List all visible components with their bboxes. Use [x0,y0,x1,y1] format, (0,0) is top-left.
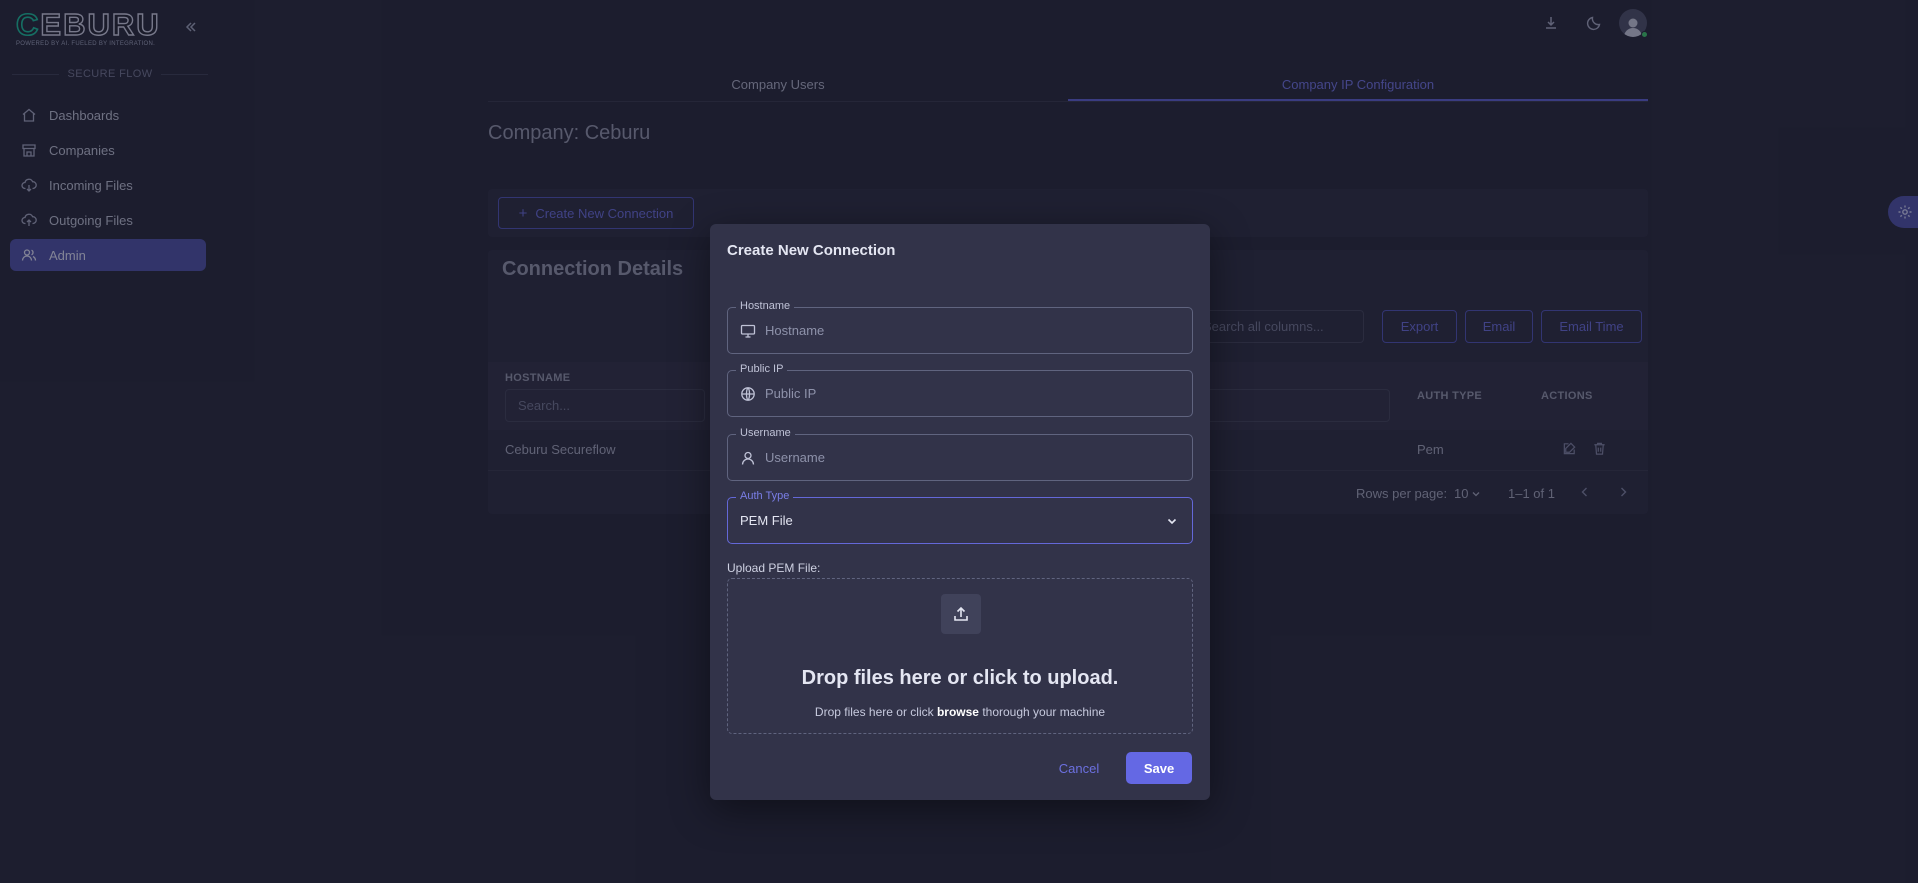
browse-link[interactable]: browse [937,705,979,719]
username-placeholder: Username [765,450,825,465]
hostname-placeholder: Hostname [765,323,825,338]
chevron-down-icon [1164,513,1180,529]
file-dropzone[interactable]: Drop files here or click to upload. Drop… [727,578,1193,734]
globe-icon [740,386,756,402]
username-field[interactable]: Username Username [727,426,1193,481]
public-ip-label: Public IP [736,362,788,376]
dropzone-subtext-post: thorough your machine [982,705,1106,719]
dropzone-subtext: Drop files here or click browse thorough… [728,705,1192,719]
public-ip-field[interactable]: Public IP Public IP [727,362,1193,417]
auth-type-select[interactable]: Auth Type PEM File [727,489,1193,544]
hostname-field[interactable]: Hostname Hostname [727,299,1193,354]
create-connection-dialog: Create New Connection Hostname Hostname … [710,224,1210,800]
auth-type-value: PEM File [740,513,793,528]
cancel-button[interactable]: Cancel [1048,752,1110,784]
upload-icon [941,594,981,634]
hostname-label: Hostname [736,299,795,313]
user-icon [740,450,756,466]
username-label: Username [736,426,795,440]
dropzone-subtext-pre: Drop files here or click [814,705,934,719]
dialog-title: Create New Connection [727,242,896,259]
dropzone-heading: Drop files here or click to upload. [801,667,1119,689]
upload-label: Upload PEM File: [727,561,821,575]
public-ip-placeholder: Public IP [765,386,817,401]
auth-type-label: Auth Type [736,489,794,503]
save-button[interactable]: Save [1126,752,1192,784]
monitor-icon [740,323,756,339]
